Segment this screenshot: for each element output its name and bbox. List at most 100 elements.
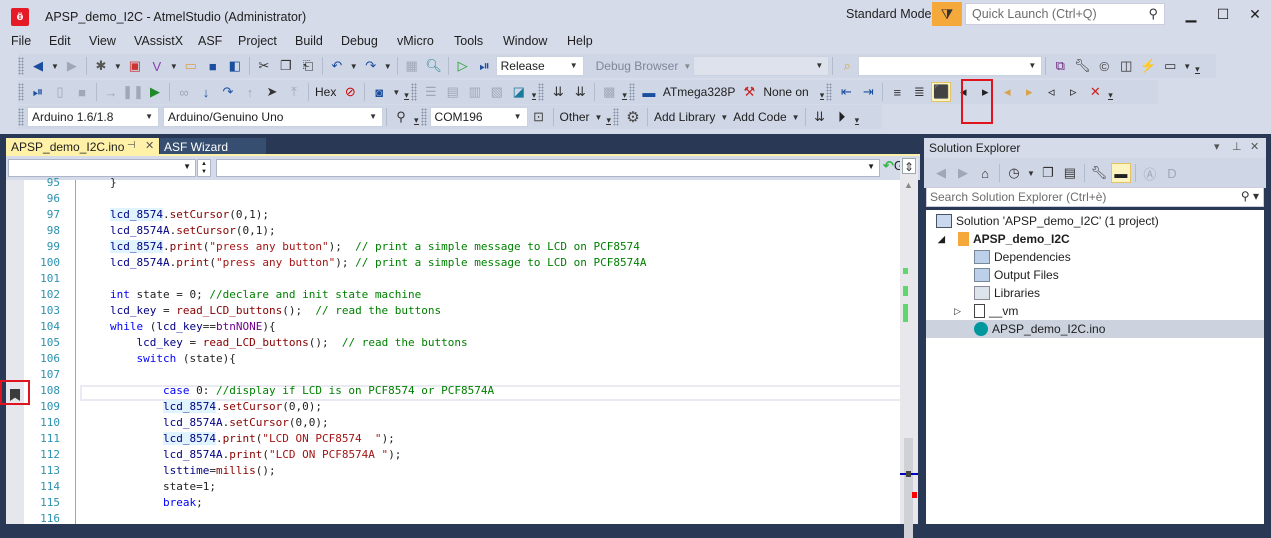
split-icon[interactable]: ⇕ bbox=[902, 158, 916, 174]
collapsed-icon[interactable]: ▷ bbox=[954, 306, 961, 317]
expanded-icon[interactable]: ◢ bbox=[938, 234, 945, 245]
pin-icon[interactable]: ⊣ bbox=[127, 140, 136, 151]
hex-toggle[interactable]: Hex bbox=[315, 85, 336, 99]
redo-icon[interactable]: ↷ bbox=[361, 56, 381, 76]
toolbar-overflow-icon[interactable]: ▾ bbox=[1108, 85, 1113, 100]
new-project-icon[interactable]: ✱ bbox=[91, 56, 111, 76]
toolbar-grip[interactable] bbox=[18, 57, 24, 75]
device-selector[interactable]: ATmega328P bbox=[663, 85, 736, 99]
menu-vassistx[interactable]: VAssistX bbox=[134, 34, 183, 48]
toolbar-overflow-icon[interactable]: ▾ bbox=[854, 110, 860, 125]
increase-indent-icon[interactable]: ⇥ bbox=[858, 82, 878, 102]
code-line[interactable]: } bbox=[110, 176, 117, 189]
windows-icon[interactable]: ◙ bbox=[369, 82, 389, 102]
tree-item-project[interactable]: ◢ APSP_demo_I2C bbox=[926, 230, 1264, 248]
toolbar-grip[interactable] bbox=[613, 108, 619, 126]
debug-browser-label[interactable]: Debug Browser bbox=[596, 59, 679, 73]
tree-item-libraries[interactable]: Libraries bbox=[926, 284, 1264, 302]
navigate-back-icon[interactable]: ◀ bbox=[28, 56, 48, 76]
step-into-icon[interactable]: ↓ bbox=[196, 82, 216, 102]
code-line[interactable]: lcd_8574A.setCursor(0,0); bbox=[110, 416, 329, 429]
menu-tools[interactable]: Tools bbox=[454, 34, 483, 48]
debug-browser-select[interactable]: ▼ bbox=[693, 56, 830, 76]
vertical-scrollbar[interactable]: ⇕ ▲ bbox=[900, 158, 918, 538]
show-all-files-icon[interactable]: ▤ bbox=[1060, 163, 1080, 183]
start-without-debug-icon[interactable]: ▷ bbox=[453, 56, 473, 76]
toolbar-grip[interactable] bbox=[18, 108, 24, 126]
add-code-menu[interactable]: Add Code bbox=[733, 110, 786, 124]
device-programming-icon[interactable]: ◫ bbox=[1116, 56, 1136, 76]
board-select[interactable]: Arduino/Genuino Uno ▼ bbox=[163, 107, 383, 127]
dropdown-arrow[interactable]: ▼ bbox=[384, 62, 392, 71]
indicator-margin[interactable] bbox=[6, 180, 24, 524]
toolbar-grip[interactable] bbox=[628, 83, 635, 101]
registers-icon[interactable]: ▤ bbox=[443, 82, 463, 102]
tree-item-ino[interactable]: APSP_demo_I2C.ino bbox=[926, 320, 1264, 338]
wrench-icon[interactable]: 🔧︎ bbox=[1072, 56, 1092, 76]
cut-icon[interactable]: ✂ bbox=[254, 56, 274, 76]
toolbar-overflow-icon[interactable]: ▾ bbox=[1195, 59, 1200, 74]
memory-icon[interactable]: ▧ bbox=[487, 82, 507, 102]
erase-icon[interactable]: ▩ bbox=[599, 82, 619, 102]
find-in-files-icon[interactable]: ⌕ bbox=[837, 56, 857, 76]
code-line[interactable]: break; bbox=[110, 496, 203, 509]
pending-changes-icon[interactable]: ◷ bbox=[1004, 163, 1024, 183]
toggle-bookmark-icon[interactable]: ⬛ bbox=[931, 82, 952, 102]
code-line[interactable]: lcd_8574A.print("press any button"); // … bbox=[110, 256, 646, 269]
forward-icon[interactable]: ▶ bbox=[953, 163, 973, 183]
upload-icon[interactable]: ⇊ bbox=[548, 82, 568, 102]
previous-bookmark-in-document-icon[interactable]: ◃ bbox=[1041, 82, 1061, 102]
clear-bookmarks-icon[interactable]: ✕ bbox=[1085, 82, 1105, 102]
menu-vmicro[interactable]: vMicro bbox=[397, 34, 434, 48]
scroll-up-icon[interactable]: ▲ bbox=[904, 180, 913, 190]
code-line[interactable]: lcd_key = read_LCD_buttons(); // read th… bbox=[110, 336, 468, 349]
close-tab-icon[interactable]: ✕ bbox=[145, 139, 154, 152]
toolbar-overflow-icon[interactable]: ▾ bbox=[622, 85, 627, 100]
dropdown-arrow[interactable]: ▼ bbox=[1027, 169, 1035, 178]
collapse-all-icon[interactable]: ❐ bbox=[1038, 163, 1058, 183]
close-icon[interactable]: ✕ bbox=[1250, 140, 1259, 153]
toolbar-grip[interactable] bbox=[410, 83, 417, 101]
serial-monitor-icon[interactable]: ⊡ bbox=[529, 107, 549, 127]
toolbar-grip[interactable] bbox=[420, 108, 427, 126]
minimize-button[interactable]: ▁ bbox=[1180, 6, 1202, 24]
code-line[interactable]: lcd_key = read_LCD_buttons(); // read th… bbox=[110, 304, 441, 317]
menu-window[interactable]: Window bbox=[503, 34, 547, 48]
tool-selector[interactable]: None on bbox=[763, 85, 808, 99]
find-combo[interactable]: ▼ bbox=[858, 56, 1043, 76]
save-all-icon[interactable]: ◧ bbox=[225, 56, 245, 76]
menu-debug[interactable]: Debug bbox=[341, 34, 378, 48]
member-select[interactable]: ▼ bbox=[216, 159, 880, 177]
toolbar-overflow-icon[interactable]: ▾ bbox=[606, 110, 611, 125]
dropdown-arrow[interactable]: ▼ bbox=[720, 113, 728, 122]
undo-icon[interactable]: ↶ bbox=[327, 56, 347, 76]
dropdown-arrow[interactable]: ▼ bbox=[51, 62, 59, 71]
menu-asf[interactable]: ASF bbox=[198, 34, 222, 48]
stop-icon[interactable]: ■ bbox=[72, 82, 92, 102]
dropdown-arrow[interactable]: ▼ bbox=[683, 62, 691, 71]
find-icon[interactable]: 🔍︎ bbox=[424, 56, 444, 76]
code-line[interactable]: lcd_8574.print("LCD ON PCF8574 "); bbox=[110, 432, 395, 445]
copyright-icon[interactable]: © bbox=[1094, 56, 1114, 76]
toolbar-overflow-icon[interactable]: ▾ bbox=[819, 85, 825, 100]
back-icon[interactable]: ◀ bbox=[931, 163, 951, 183]
build-upload-icon[interactable]: ⇊ bbox=[810, 107, 830, 127]
tree-item-output-files[interactable]: Output Files bbox=[926, 266, 1264, 284]
dropdown-arrow[interactable]: ▼ bbox=[114, 62, 122, 71]
continue-icon[interactable]: ⏯ bbox=[28, 82, 48, 102]
quick-launch-input[interactable]: Quick Launch (Ctrl+Q) ⚲ bbox=[965, 3, 1165, 25]
code-line[interactable]: switch (state){ bbox=[110, 352, 236, 365]
step-out-icon[interactable]: ↑ bbox=[240, 82, 260, 102]
dropdown-arrow[interactable]: ▼ bbox=[595, 113, 603, 122]
scroll-thumb[interactable] bbox=[904, 438, 913, 538]
toolbar-overflow-icon[interactable]: ▾ bbox=[414, 110, 419, 125]
clear-breakpoints-icon[interactable]: ⊘ bbox=[340, 82, 360, 102]
code-line[interactable]: lcd_8574A.setCursor(0,1); bbox=[110, 224, 276, 237]
scope-spinner[interactable]: ▲ ▼ bbox=[197, 159, 211, 177]
dropdown-arrow[interactable]: ▼ bbox=[350, 62, 358, 71]
tree-item-dependencies[interactable]: Dependencies bbox=[926, 248, 1264, 266]
toolbar-overflow-icon[interactable]: ▾ bbox=[531, 85, 537, 100]
dropdown-arrow[interactable]: ▼ bbox=[170, 62, 178, 71]
chip-icon[interactable]: ▬ bbox=[639, 82, 659, 102]
menu-file[interactable]: File bbox=[11, 34, 31, 48]
